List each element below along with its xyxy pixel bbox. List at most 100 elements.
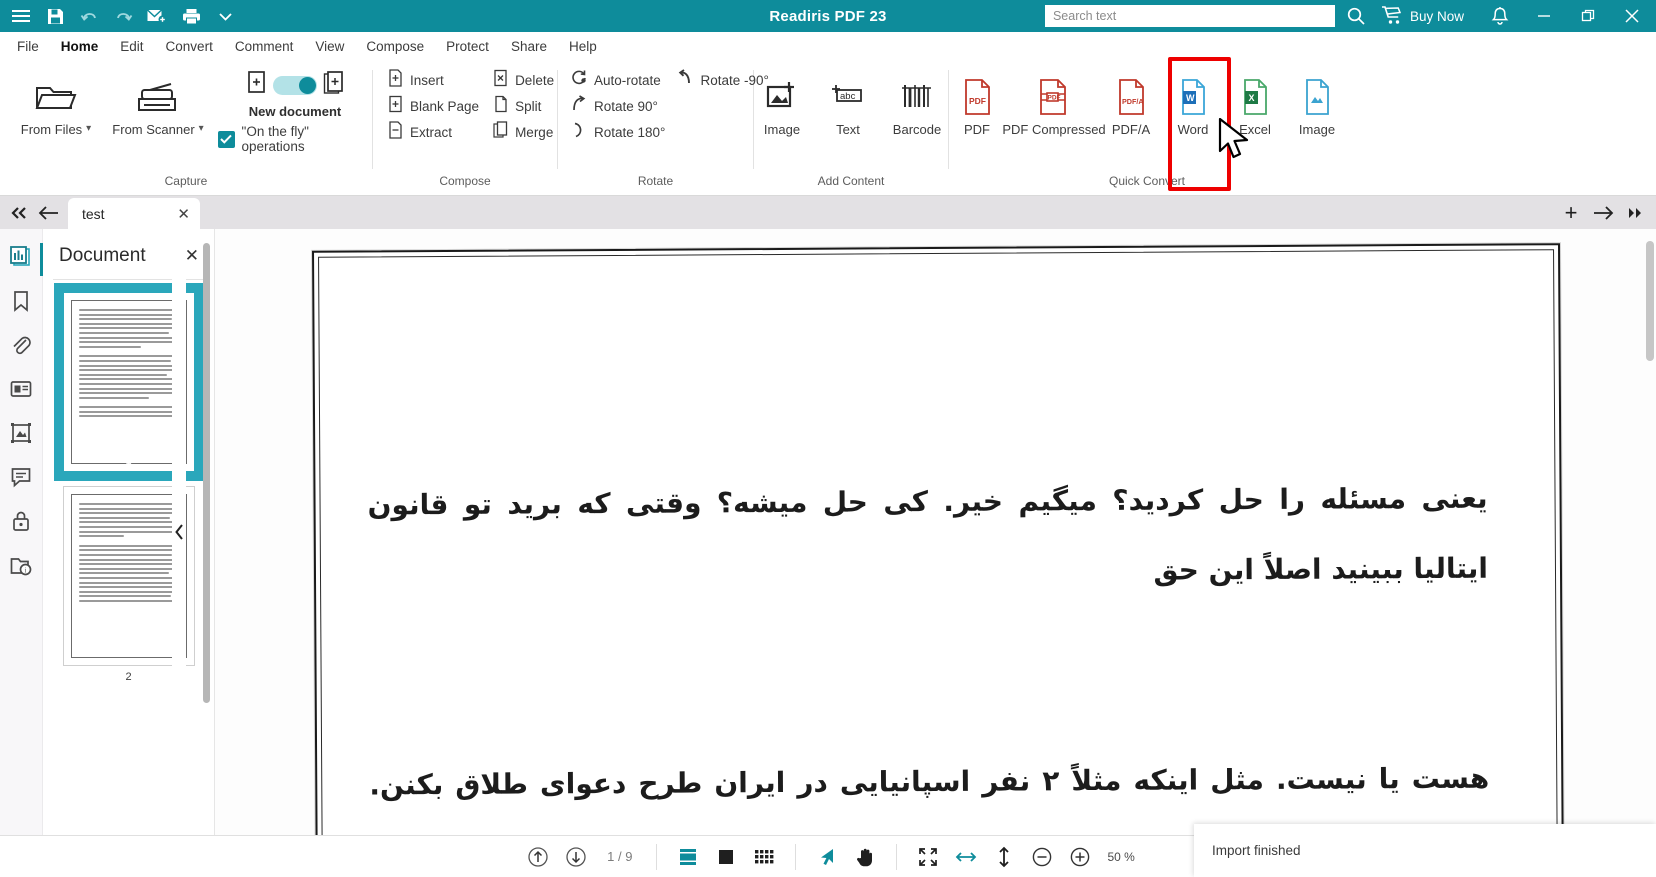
- merge-label: Merge: [515, 125, 554, 140]
- single-page-view-button[interactable]: [709, 841, 743, 873]
- auto-rotate-button[interactable]: Auto-rotate: [566, 68, 672, 93]
- menu-edit[interactable]: Edit: [109, 36, 154, 57]
- rotate-180-button[interactable]: Rotate 180°: [566, 120, 672, 145]
- fit-height-button[interactable]: [987, 841, 1021, 873]
- blank-page-label: Blank Page: [410, 99, 480, 114]
- close-tab-icon[interactable]: ✕: [177, 205, 190, 223]
- search-icon[interactable]: [1339, 1, 1373, 31]
- fit-width-button[interactable]: [949, 841, 983, 873]
- next-page-button[interactable]: [559, 841, 593, 873]
- insert-button[interactable]: Insert: [383, 68, 486, 93]
- convert-to-pdfa-button[interactable]: PDF/A PDF/A: [1103, 68, 1159, 139]
- menu-protect[interactable]: Protect: [435, 36, 500, 57]
- menu-file[interactable]: File: [6, 36, 50, 57]
- thumbnail-scrollbar[interactable]: [203, 243, 210, 703]
- from-files-button[interactable]: From Files ▾: [8, 68, 104, 139]
- comment-bubble-icon: [9, 465, 33, 494]
- rotate-90-button[interactable]: Rotate 90°: [566, 94, 672, 119]
- from-scanner-button[interactable]: From Scanner ▾: [104, 68, 212, 139]
- tab-nav-left: [0, 196, 68, 229]
- split-page-icon: [492, 94, 509, 119]
- split-button[interactable]: Split: [488, 94, 561, 119]
- multi-doc-icon: [323, 70, 345, 101]
- close-window-button[interactable]: [1610, 0, 1654, 32]
- fit-page-button[interactable]: [911, 841, 945, 873]
- sidebar-item-attachments[interactable]: [0, 326, 43, 369]
- rotate-90-label: Rotate 90°: [594, 99, 658, 114]
- convert-to-pdf-compressed-button[interactable]: PDF PDF Compressed: [1002, 68, 1106, 139]
- sidebar-item-document-info[interactable]: i: [0, 546, 43, 589]
- zoom-in-button[interactable]: [1063, 841, 1097, 873]
- back-arrow-icon[interactable]: [34, 199, 64, 227]
- menu-share[interactable]: Share: [500, 36, 558, 57]
- collapse-panel-icon[interactable]: [4, 199, 34, 227]
- select-tool-button[interactable]: [810, 841, 844, 873]
- thumbnail-list: 1 2: [43, 280, 214, 835]
- add-text-button[interactable]: abc Text: [820, 68, 876, 139]
- sidebar-item-stamps[interactable]: [0, 414, 43, 457]
- pdf-file-icon: PDF: [960, 74, 994, 120]
- on-the-fly-checkbox[interactable]: [218, 130, 235, 148]
- extract-button[interactable]: Extract: [383, 120, 486, 145]
- document-viewer[interactable]: یعنی مسئله را حل کردید؟ میگیم خیر. کی حل…: [215, 229, 1656, 835]
- folder-icon: [33, 74, 79, 120]
- notification-bell-icon[interactable]: [1478, 0, 1522, 32]
- zoom-out-button[interactable]: [1025, 841, 1059, 873]
- thumbnail-item[interactable]: 2: [43, 486, 214, 683]
- sidebar-item-bookmarks[interactable]: [0, 282, 43, 325]
- hamburger-menu-icon[interactable]: [4, 1, 38, 31]
- previous-page-button[interactable]: [521, 841, 555, 873]
- blank-page-button[interactable]: Blank Page: [383, 94, 486, 119]
- continuous-view-button[interactable]: [671, 841, 705, 873]
- menu-help[interactable]: Help: [558, 36, 608, 57]
- undo-icon[interactable]: [72, 1, 106, 31]
- menu-comment[interactable]: Comment: [224, 36, 305, 57]
- convert-to-image-button[interactable]: Image: [1289, 68, 1345, 139]
- quick-access-more-icon[interactable]: [208, 1, 242, 31]
- forward-arrow-icon[interactable]: [1588, 199, 1618, 227]
- sidebar-item-pages[interactable]: [0, 238, 43, 281]
- viewer-scrollbar[interactable]: [1646, 241, 1654, 361]
- menu-compose[interactable]: Compose: [355, 36, 435, 57]
- thumbnail-page-preview: [70, 494, 187, 658]
- convert-to-word-button[interactable]: W Word: [1165, 68, 1221, 139]
- folder-info-icon: i: [9, 554, 33, 582]
- search-input[interactable]: [1044, 5, 1335, 27]
- excel-file-icon: X: [1238, 74, 1272, 120]
- add-barcode-button[interactable]: Barcode: [886, 68, 948, 139]
- grid-view-button[interactable]: [747, 841, 781, 873]
- convert-to-pdf-button[interactable]: PDF PDF: [949, 68, 1005, 139]
- email-icon[interactable]: [140, 1, 174, 31]
- pan-tool-button[interactable]: [848, 841, 882, 873]
- convert-to-excel-button[interactable]: X Excel: [1227, 68, 1283, 139]
- collapse-thumbnail-panel-handle[interactable]: [172, 229, 186, 835]
- menu-home[interactable]: Home: [50, 36, 110, 57]
- expand-tabs-icon[interactable]: [1620, 199, 1650, 227]
- print-icon[interactable]: [174, 1, 208, 31]
- merge-button[interactable]: Merge: [488, 120, 561, 145]
- save-icon[interactable]: [38, 1, 72, 31]
- menu-view[interactable]: View: [304, 36, 355, 57]
- minimize-button[interactable]: [1522, 0, 1566, 32]
- thumbnail-item[interactable]: 1: [43, 283, 214, 481]
- menu-convert[interactable]: Convert: [155, 36, 224, 57]
- delete-button[interactable]: Delete: [488, 68, 561, 93]
- document-tab[interactable]: test ✕: [68, 198, 200, 229]
- restore-window-button[interactable]: [1566, 0, 1610, 32]
- redo-icon[interactable]: [106, 1, 140, 31]
- quick-access-toolbar: [0, 1, 242, 31]
- new-document-toggle[interactable]: [272, 76, 317, 95]
- status-bar: 1 / 9 50 % Import finished: [0, 824, 1656, 877]
- convert-to-pdfa-label: PDF/A: [1111, 122, 1151, 137]
- add-image-button[interactable]: Image: [754, 68, 810, 139]
- compose-column-2: Delete Split Merge: [488, 68, 561, 145]
- svg-text:PDF/A: PDF/A: [1122, 97, 1144, 106]
- convert-to-word-label: Word: [1177, 122, 1209, 137]
- sidebar-item-comments[interactable]: [0, 458, 43, 501]
- buy-now-button[interactable]: Buy Now: [1373, 1, 1478, 31]
- new-tab-button[interactable]: +: [1556, 199, 1586, 227]
- sidebar-item-security[interactable]: [0, 502, 43, 545]
- svg-text:PDF: PDF: [1048, 95, 1061, 102]
- toast-message: Import finished: [1212, 843, 1301, 858]
- sidebar-item-fields[interactable]: [0, 370, 43, 413]
